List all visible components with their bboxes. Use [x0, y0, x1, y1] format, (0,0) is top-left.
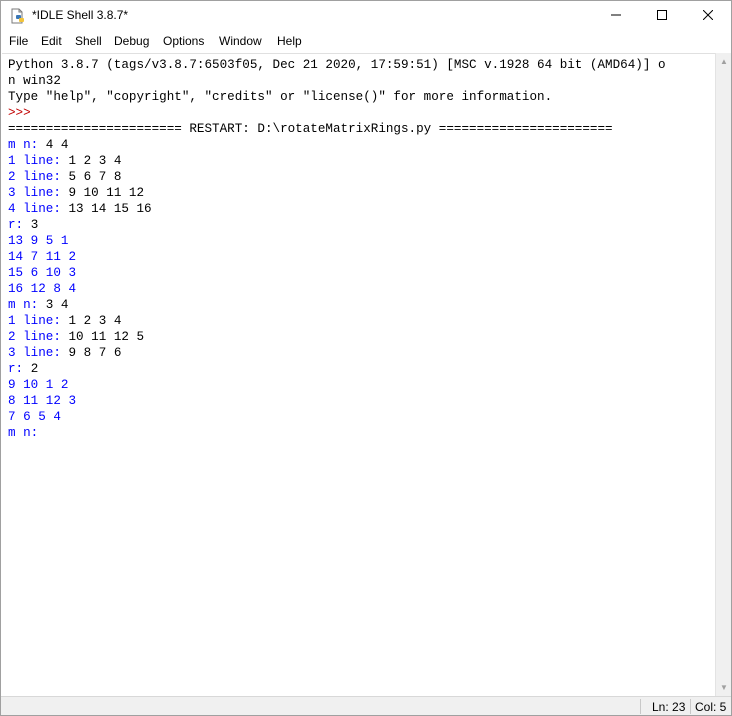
- shell-text: ======================= RESTART: D:\rota…: [8, 122, 613, 136]
- status-separator: [690, 699, 691, 714]
- user-input: 3 4: [45, 298, 69, 312]
- shell-text: n win32: [8, 74, 61, 88]
- shell-line: ======================= RESTART: D:\rota…: [8, 121, 613, 137]
- shell-text: 2 line:: [8, 170, 69, 184]
- scroll-up-icon[interactable]: ▲: [716, 53, 731, 70]
- user-input: 2: [30, 362, 39, 376]
- shell-line: 2 line: 5 6 7 8: [8, 169, 121, 185]
- menu-edit[interactable]: Edit: [40, 34, 63, 48]
- status-separator: [640, 699, 641, 714]
- shell-text: 1 line:: [8, 154, 69, 168]
- vertical-scrollbar[interactable]: ▲ ▼: [715, 53, 731, 696]
- shell-text: r:: [8, 362, 31, 376]
- shell-line: 14 7 11 2: [8, 249, 76, 265]
- minimize-button[interactable]: [593, 1, 639, 31]
- shell-text: 15 6 10 3: [8, 266, 77, 280]
- close-button[interactable]: [685, 1, 731, 31]
- menu-options[interactable]: Options: [162, 34, 205, 48]
- shell-text: 7 6 5 4: [8, 410, 61, 424]
- shell-prompt: >>>: [8, 106, 39, 120]
- user-input: 9 10 11 12: [68, 186, 145, 200]
- shell-line: r: 2: [8, 361, 38, 377]
- shell-text: 4 line:: [8, 202, 69, 216]
- shell-text: 16 12 8 4: [8, 282, 77, 296]
- title-bar[interactable]: *IDLE Shell 3.8.7*: [1, 1, 731, 31]
- shell-line: m n:: [8, 425, 46, 441]
- menu-help[interactable]: Help: [276, 34, 303, 48]
- shell-text: 3 line:: [8, 186, 69, 200]
- shell-text: 9 10 1 2: [8, 378, 69, 392]
- shell-text: m n:: [8, 138, 46, 152]
- user-input: 9 8 7 6: [68, 346, 122, 360]
- shell-line: 7 6 5 4: [8, 409, 61, 425]
- shell-text: 3 line:: [8, 346, 69, 360]
- shell-line: 4 line: 13 14 15 16: [8, 201, 152, 217]
- shell-line: Python 3.8.7 (tags/v3.8.7:6503f05, Dec 2…: [8, 57, 666, 73]
- status-col: Col: 5: [695, 700, 727, 714]
- menu-window[interactable]: Window: [218, 34, 263, 48]
- user-input: 5 6 7 8: [68, 170, 122, 184]
- status-bar: Ln: 23 Col: 5: [1, 696, 731, 715]
- shell-line: 8 11 12 3: [8, 393, 76, 409]
- shell-line: n win32: [8, 73, 61, 89]
- maximize-icon: [657, 7, 667, 25]
- shell-text: 8 11 12 3: [8, 394, 77, 408]
- scroll-down-icon[interactable]: ▼: [716, 679, 731, 696]
- maximize-button[interactable]: [639, 1, 685, 31]
- shell-line: r: 3: [8, 217, 38, 233]
- idle-shell-window: *IDLE Shell 3.8.7* File Edit Shell Debug…: [0, 0, 732, 716]
- menu-bar: File Edit Shell Debug Options Window Hel…: [1, 31, 731, 51]
- shell-line: 15 6 10 3: [8, 265, 76, 281]
- window-title: *IDLE Shell 3.8.7*: [32, 8, 129, 22]
- shell-line: >>>: [8, 105, 38, 121]
- shell-text: m n:: [8, 298, 46, 312]
- user-input: 13 14 15 16: [68, 202, 152, 216]
- status-line: Ln: 23: [652, 700, 686, 714]
- shell-text: 2 line:: [8, 330, 69, 344]
- shell-line: 3 line: 9 8 7 6: [8, 345, 121, 361]
- shell-text: m n:: [8, 426, 46, 440]
- shell-text: 1 line:: [8, 314, 69, 328]
- shell-line: 3 line: 9 10 11 12: [8, 185, 144, 201]
- shell-text: r:: [8, 218, 31, 232]
- shell-text: Type "help", "copyright", "credits" or "…: [8, 90, 553, 104]
- user-input: 1 2 3 4: [68, 154, 122, 168]
- shell-line: Type "help", "copyright", "credits" or "…: [8, 89, 552, 105]
- shell-line: 16 12 8 4: [8, 281, 76, 297]
- close-icon: [702, 7, 714, 25]
- user-input: 3: [30, 218, 39, 232]
- shell-line: 9 10 1 2: [8, 377, 68, 393]
- idle-python-file-icon: [10, 8, 26, 24]
- menu-debug[interactable]: Debug: [113, 34, 150, 48]
- shell-text-area[interactable]: Python 3.8.7 (tags/v3.8.7:6503f05, Dec 2…: [2, 53, 715, 697]
- shell-text: 14 7 11 2: [8, 250, 77, 264]
- shell-line: 1 line: 1 2 3 4: [8, 153, 121, 169]
- minimize-icon: [611, 7, 621, 25]
- user-input: 10 11 12 5: [68, 330, 145, 344]
- user-input: 1 2 3 4: [68, 314, 122, 328]
- shell-line: 2 line: 10 11 12 5: [8, 329, 144, 345]
- shell-text: Python 3.8.7 (tags/v3.8.7:6503f05, Dec 2…: [8, 58, 666, 72]
- shell-line: 13 9 5 1: [8, 233, 68, 249]
- shell-text: 13 9 5 1: [8, 234, 69, 248]
- shell-line: m n: 4 4: [8, 137, 68, 153]
- shell-line: m n: 3 4: [8, 297, 68, 313]
- shell-line: 1 line: 1 2 3 4: [8, 313, 121, 329]
- user-input: 4 4: [45, 138, 69, 152]
- menu-shell[interactable]: Shell: [74, 34, 103, 48]
- menu-file[interactable]: File: [8, 34, 29, 48]
